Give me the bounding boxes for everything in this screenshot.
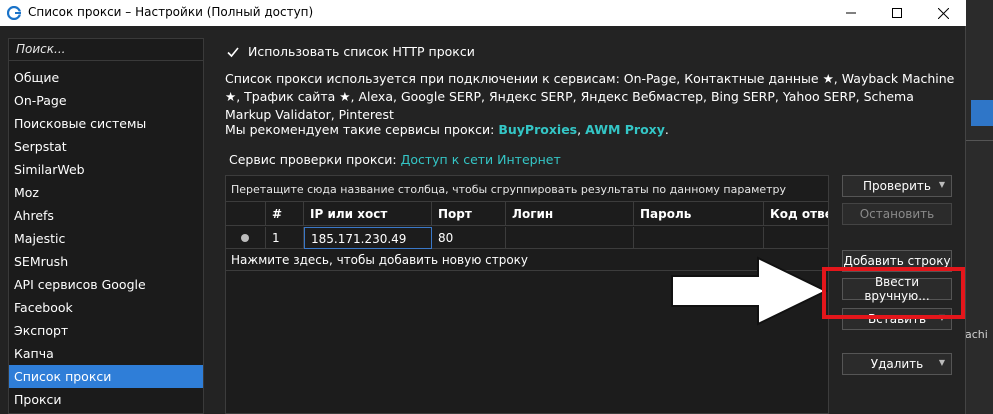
cell-number[interactable]: 1: [266, 227, 304, 249]
sidebar-item-proxy-list[interactable]: Список прокси: [9, 365, 203, 388]
sidebar-item-semrush[interactable]: SEMrush: [9, 250, 203, 273]
stop-button[interactable]: Остановить: [842, 203, 952, 225]
background-blue-block: [971, 100, 993, 126]
sidebar-item-google-api[interactable]: API сервисов Google: [9, 273, 203, 296]
arrow-right-icon: [671, 256, 828, 326]
sidebar-item-ahrefs[interactable]: Ahrefs: [9, 204, 203, 227]
use-proxy-list-label: Использовать список HTTP прокси: [248, 44, 475, 59]
chevron-down-icon: ▼: [938, 180, 945, 189]
recommend-prefix: Мы рекомендуем такие сервисы прокси:: [225, 122, 499, 137]
column-header-ip[interactable]: IP или хост: [304, 202, 432, 226]
cell-password[interactable]: [634, 227, 764, 249]
sidebar-item-search-engines[interactable]: Поисковые системы: [9, 112, 203, 135]
column-header-number[interactable]: #: [266, 202, 304, 226]
cell-ip-editing[interactable]: 185.171.230.49: [304, 227, 432, 249]
use-proxy-list-checkbox[interactable]: Использовать список HTTP прокси: [226, 44, 475, 59]
recommend-suffix: .: [664, 122, 669, 137]
annotation-highlight-box: [822, 267, 965, 319]
window-title: Список прокси – Настройки (Полный доступ…: [28, 5, 314, 19]
proxy-usage-description: Список прокси используется при подключен…: [225, 71, 955, 122]
close-icon: [937, 7, 949, 19]
proxy-list-panel: Использовать список HTTP прокси Список п…: [222, 38, 962, 414]
checkmark-icon: [227, 46, 239, 57]
minimize-icon: [846, 12, 856, 14]
recommended-services: Мы рекомендуем такие сервисы прокси: Buy…: [225, 122, 669, 137]
sidebar-item-majestic[interactable]: Majestic: [9, 227, 203, 250]
chevron-down-icon: ▼: [938, 358, 945, 367]
maximize-button[interactable]: [874, 0, 920, 26]
title-bar: Список прокси – Настройки (Полный доступ…: [0, 0, 966, 26]
sidebar-item-proxy[interactable]: Прокси: [9, 388, 203, 411]
row-status-dot: [241, 234, 249, 242]
recommend-separator: ,: [577, 122, 586, 137]
close-button[interactable]: [920, 0, 966, 26]
awm-proxy-link[interactable]: AWM Proxy: [585, 122, 665, 137]
buyproxies-link[interactable]: BuyProxies: [498, 122, 577, 137]
sidebar-item-facebook[interactable]: Facebook: [9, 296, 203, 319]
background-text-fragment: achi: [965, 328, 988, 341]
column-header-password[interactable]: Пароль: [634, 202, 764, 226]
delete-button-label: Удалить: [870, 357, 924, 371]
check-service-link[interactable]: Доступ к сети Интернет: [401, 152, 561, 167]
cell-port[interactable]: 80: [432, 227, 506, 249]
group-by-panel[interactable]: Перетащите сюда название столбца, чтобы …: [226, 176, 828, 202]
settings-window: Список прокси – Настройки (Полный доступ…: [0, 0, 966, 414]
column-header-response-code[interactable]: Код ответ: [764, 202, 828, 226]
sidebar-item-on-page[interactable]: On-Page: [9, 89, 203, 112]
sidebar-item-moz[interactable]: Moz: [9, 181, 203, 204]
sidebar-item-captcha[interactable]: Капча: [9, 342, 203, 365]
cell-response-code[interactable]: [764, 227, 828, 249]
column-header-port[interactable]: Порт: [432, 202, 506, 226]
sidebar-item-serpstat[interactable]: Serpstat: [9, 135, 203, 158]
cell-login[interactable]: [506, 227, 634, 249]
sidebar-search-input[interactable]: Поиск...: [9, 39, 203, 61]
check-service-prefix: Сервис проверки прокси:: [229, 152, 401, 167]
sidebar-item-general[interactable]: Общие: [9, 66, 203, 89]
check-button-label: Проверить: [863, 179, 931, 193]
sidebar-item-export[interactable]: Экспорт: [9, 319, 203, 342]
delete-button[interactable]: Удалить ▼: [842, 353, 952, 375]
sidebar-item-similarweb[interactable]: SimilarWeb: [9, 158, 203, 181]
column-header-login[interactable]: Логин: [506, 202, 634, 226]
column-header-indicator: [226, 202, 266, 226]
sidebar-menu: Общие On-Page Поисковые системы Serpstat…: [9, 66, 203, 411]
check-button[interactable]: Проверить ▼: [842, 175, 952, 197]
settings-sidebar: Поиск... Общие On-Page Поисковые системы…: [8, 38, 204, 414]
background-window: achi: [965, 0, 993, 414]
proxy-check-service: Сервис проверки прокси: Доступ к сети Ин…: [229, 152, 561, 167]
app-logo-icon: [7, 6, 21, 20]
background-divider: [965, 140, 993, 141]
maximize-icon: [892, 8, 902, 18]
minimize-button[interactable]: [828, 0, 874, 26]
